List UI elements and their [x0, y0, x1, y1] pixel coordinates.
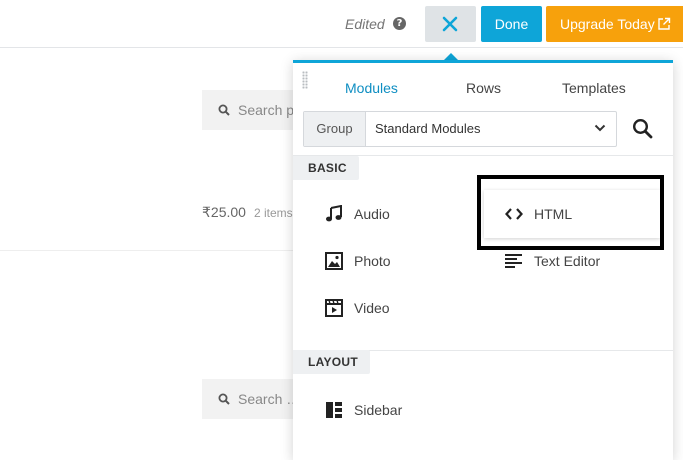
group-select[interactable]: Group Standard Modules — [303, 111, 617, 147]
video-icon — [325, 299, 343, 317]
cart-items-count: 2 items — [254, 206, 293, 220]
tab-templates[interactable]: Templates — [562, 80, 626, 96]
external-link-icon — [658, 17, 671, 30]
search-icon[interactable] — [632, 118, 653, 139]
drag-handle-icon[interactable] — [302, 71, 308, 89]
highlight-box — [477, 175, 664, 250]
sidebar-icon — [326, 402, 342, 418]
module-label: Photo — [354, 253, 391, 269]
edited-status: Edited — [345, 16, 385, 32]
section-basic: BASIC — [293, 156, 359, 180]
search-icon — [218, 104, 230, 116]
section-layout: LAYOUT — [293, 350, 371, 374]
top-toolbar: Edited ? Done Upgrade Today — [0, 0, 683, 48]
tab-modules[interactable]: Modules — [345, 80, 398, 96]
tab-rows[interactable]: Rows — [466, 80, 501, 96]
module-label: Text Editor — [534, 253, 601, 269]
group-value: Standard Modules — [375, 121, 481, 136]
close-icon — [442, 16, 458, 32]
text-align-icon — [505, 254, 522, 268]
group-label: Group — [304, 112, 366, 146]
module-label: Sidebar — [354, 402, 403, 418]
module-label: Audio — [354, 206, 390, 222]
music-note-icon — [326, 205, 342, 222]
background-search-placeholder: Search pr — [238, 102, 299, 118]
background-divider — [0, 250, 300, 251]
background-search-placeholder: Search … — [238, 391, 301, 407]
upgrade-button[interactable]: Upgrade Today — [546, 6, 683, 42]
upgrade-label: Upgrade Today — [560, 16, 655, 32]
chevron-down-icon — [594, 124, 606, 132]
cart-price: ₹25.00 — [202, 204, 246, 220]
search-icon — [218, 393, 230, 405]
done-button[interactable]: Done — [481, 6, 542, 42]
close-button[interactable] — [425, 6, 476, 42]
module-label: Video — [354, 300, 390, 316]
photo-icon — [325, 252, 343, 270]
modules-panel: Modules Rows Templates Group Standard Mo… — [293, 60, 673, 460]
help-icon[interactable]: ? — [393, 17, 406, 30]
